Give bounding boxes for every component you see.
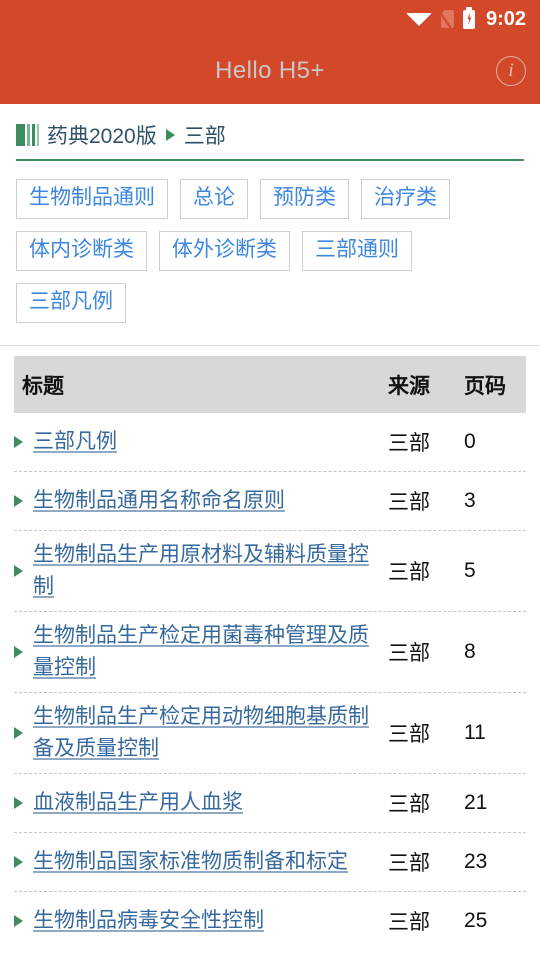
table-row[interactable]: 生物制品国家标准物质制备和标定 三部 23 — [14, 833, 526, 892]
table-row-title-cell[interactable]: 生物制品生产检定用菌毒种管理及质量控制 — [14, 612, 388, 692]
table-row[interactable]: 血液制品生产用人血浆 三部 21 — [14, 774, 526, 833]
table-row-link[interactable]: 生物制品病毒安全性控制 — [33, 905, 264, 937]
table-row-page: 23 — [464, 849, 488, 873]
bullet-triangle-icon — [14, 645, 23, 658]
table-row-title-cell[interactable]: 生物制品生产检定用动物细胞基质制备及质量控制 — [14, 693, 388, 773]
breadcrumb-current[interactable]: 三部 — [184, 120, 226, 150]
table-row-page: 3 — [464, 489, 476, 513]
bullet-triangle-icon — [14, 796, 23, 809]
wifi-icon — [405, 12, 432, 26]
column-header-source: 来源 — [388, 374, 430, 398]
bullet-triangle-icon — [14, 495, 23, 508]
app-bar: Hello H5+ i — [0, 38, 540, 104]
info-icon[interactable]: i — [496, 56, 526, 86]
table-row-page: 5 — [464, 559, 476, 583]
table-row-source: 三部 — [388, 792, 430, 816]
breadcrumb-root[interactable]: 药典2020版 — [47, 120, 157, 150]
tag-san-bu-tong-ze[interactable]: 三部通则 — [302, 231, 412, 272]
table-row-title-cell[interactable]: 血液制品生产用人血浆 — [14, 779, 388, 827]
page-content: 药典2020版 三部 生物制品通则 总论 预防类 治疗类 体内诊断类 体外诊断类… — [0, 104, 540, 960]
bullet-triangle-icon — [14, 915, 23, 928]
table-row[interactable]: 生物制品病毒安全性控制 三部 25 — [14, 892, 526, 951]
bullet-triangle-icon — [14, 565, 23, 578]
table-row-link[interactable]: 三部凡例 — [33, 426, 117, 458]
table-row-source: 三部 — [388, 561, 430, 585]
table-header-row: 标题 来源 页码 — [14, 356, 526, 414]
tag-zhi-liao-lei[interactable]: 治疗类 — [361, 179, 450, 220]
tag-san-bu-fan-li[interactable]: 三部凡例 — [16, 283, 126, 324]
status-bar: 9:02 — [0, 0, 540, 38]
bullet-triangle-icon — [14, 855, 23, 868]
table-row-source: 三部 — [388, 432, 430, 456]
table-row[interactable]: 生物制品生产用原材料及辅料质量控制 三部 5 — [14, 531, 526, 612]
tag-sheng-wu-zhi-pin-tong-ze[interactable]: 生物制品通则 — [16, 179, 168, 220]
table-row-link[interactable]: 生物制品生产检定用菌毒种管理及质量控制 — [33, 620, 378, 684]
table-row[interactable]: 生物制品通用名称命名原则 三部 3 — [14, 472, 526, 532]
app-title: Hello H5+ — [215, 57, 325, 84]
books-icon — [16, 124, 39, 146]
table-row-page: 25 — [464, 909, 488, 933]
table-row-link[interactable]: 生物制品生产用原材料及辅料质量控制 — [33, 539, 378, 603]
table-row-title-cell[interactable]: 生物制品国家标准物质制备和标定 — [14, 838, 388, 886]
chevron-right-icon — [165, 129, 175, 141]
table-row-source: 三部 — [388, 851, 430, 875]
table-row-title-cell[interactable]: 生物制品病毒安全性控制 — [14, 897, 388, 945]
table-row-title-cell[interactable]: 生物制品通用名称命名原则 — [14, 477, 388, 525]
table-row-link[interactable]: 血液制品生产用人血浆 — [33, 787, 243, 819]
breadcrumb: 药典2020版 三部 — [16, 120, 524, 161]
table-row-page: 8 — [464, 639, 476, 663]
tag-yu-fang-lei[interactable]: 预防类 — [260, 179, 349, 220]
table-row[interactable]: 生物制品生产检定用菌毒种管理及质量控制 三部 8 — [14, 612, 526, 693]
table-row-title-cell[interactable]: 生物制品生产用原材料及辅料质量控制 — [14, 531, 388, 611]
table-row-page: 11 — [464, 720, 486, 744]
table-row-page: 0 — [464, 430, 476, 454]
bullet-triangle-icon — [14, 726, 23, 739]
table-row-source: 三部 — [388, 911, 430, 935]
column-header-page: 页码 — [464, 374, 506, 398]
table-row-page: 21 — [464, 790, 488, 814]
category-tag-list: 生物制品通则 总论 预防类 治疗类 体内诊断类 体外诊断类 三部通则 三部凡例 — [0, 161, 540, 324]
column-header-title: 标题 — [22, 374, 64, 398]
tag-ti-wai-zhen-duan-lei[interactable]: 体外诊断类 — [159, 231, 290, 272]
table-row-link[interactable]: 生物制品通用名称命名原则 — [33, 485, 285, 517]
table-row-link[interactable]: 生物制品国家标准物质制备和标定 — [33, 846, 348, 878]
battery-charging-icon — [462, 6, 475, 29]
breadcrumb-container: 药典2020版 三部 — [0, 104, 540, 161]
tag-ti-nei-zhen-duan-lei[interactable]: 体内诊断类 — [16, 231, 147, 272]
no-sim-icon — [440, 10, 454, 28]
table-row-link[interactable]: 生物制品生产检定用动物细胞基质制备及质量控制 — [33, 701, 378, 765]
tag-zong-lun[interactable]: 总论 — [180, 179, 248, 220]
status-bar-clock: 9:02 — [485, 7, 526, 30]
table-row[interactable]: 生物制品生产检定用动物细胞基质制备及质量控制 三部 11 — [14, 693, 526, 774]
table-row-source: 三部 — [388, 722, 430, 746]
results-table: 标题 来源 页码 三部凡例 三部 0 生物制品通用名称命名原则 三部 3 生物制… — [0, 345, 540, 950]
table-row[interactable]: 三部凡例 三部 0 — [14, 413, 526, 473]
table-row-source: 三部 — [388, 491, 430, 515]
table-row-source: 三部 — [388, 641, 430, 665]
table-row-title-cell[interactable]: 三部凡例 — [14, 418, 388, 466]
bullet-triangle-icon — [14, 436, 23, 449]
